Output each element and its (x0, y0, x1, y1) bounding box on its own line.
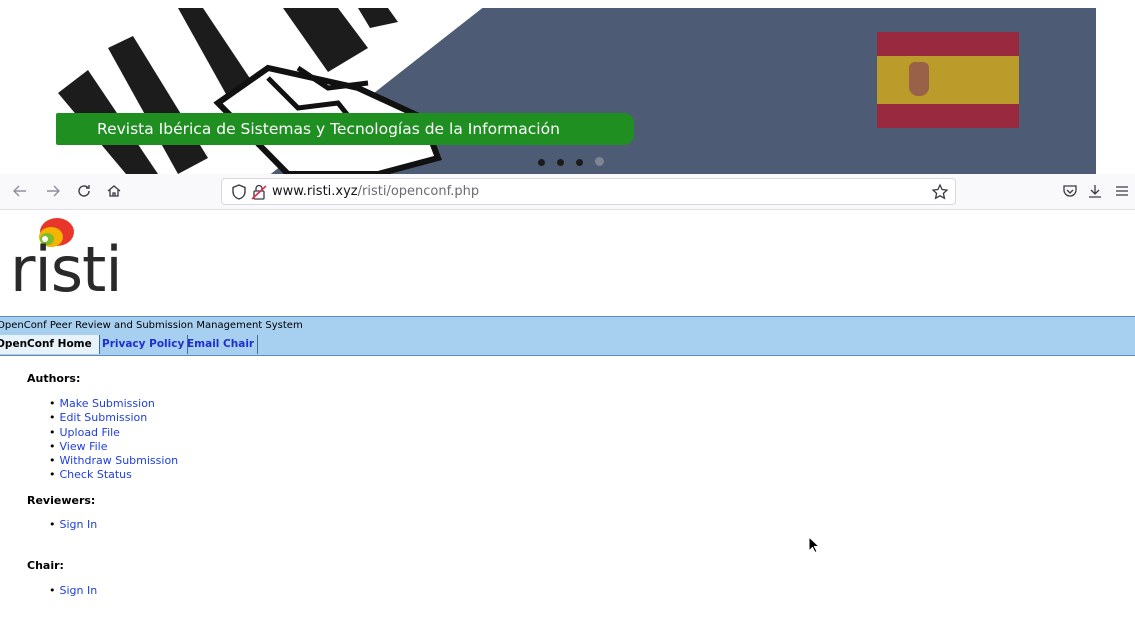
system-title-bar: OpenConf Peer Review and Submission Mana… (0, 316, 1135, 336)
check-status-link[interactable]: Check Status (49, 468, 178, 482)
journal-banner: Revista Ibérica de Sistemas y Tecnología… (0, 0, 1135, 174)
authors-links: Make Submission Edit Submission Upload F… (49, 397, 179, 483)
url-text[interactable]: www.risti.xyz/risti/openconf.php (272, 184, 479, 199)
authors-heading: Authors: (27, 372, 81, 385)
nav-home-label: OpenConf Home (0, 338, 92, 350)
system-title: OpenConf Peer Review and Submission Mana… (0, 320, 303, 331)
hamburger-menu-icon[interactable] (1112, 181, 1132, 201)
tracking-shield-icon[interactable] (230, 183, 248, 201)
slide-dot[interactable] (576, 159, 583, 166)
banner-image: Revista Ibérica de Sistemas y Tecnología… (38, 8, 1096, 174)
address-bar[interactable]: www.risti.xyz/risti/openconf.php (221, 178, 956, 205)
nav-privacy-policy[interactable]: Privacy Policy (99, 335, 189, 354)
reviewers-links: Sign In (49, 518, 98, 532)
insecure-lock-icon[interactable] (250, 183, 268, 201)
chair-sign-in-link[interactable]: Sign In (49, 584, 98, 598)
chair-links: Sign In (49, 584, 98, 598)
slide-dot[interactable] (595, 157, 604, 166)
chair-heading: Chair: (27, 559, 64, 572)
nav-openconf-home[interactable]: OpenConf Home (0, 335, 100, 354)
nav-email-chair[interactable]: Email Chair (184, 335, 259, 354)
bookmark-star-icon[interactable] (931, 183, 949, 201)
view-file-link[interactable]: View File (49, 440, 178, 454)
reviewer-sign-in-link[interactable]: Sign In (49, 518, 98, 532)
upload-file-link[interactable]: Upload File (49, 426, 178, 440)
coat-of-arms-icon (909, 62, 929, 96)
slide-dot[interactable] (557, 159, 564, 166)
url-host: www.risti.xyz (272, 184, 358, 199)
main-nav: OpenConf Home Privacy Policy Email Chair (0, 335, 1135, 356)
pocket-icon[interactable] (1060, 181, 1080, 201)
back-arrow-icon[interactable] (10, 181, 30, 201)
make-submission-link[interactable]: Make Submission (49, 397, 178, 411)
logo-wordmark: risti (10, 233, 123, 306)
slide-dot[interactable] (538, 159, 545, 166)
edit-submission-link[interactable]: Edit Submission (49, 411, 178, 425)
spain-flag-image (877, 32, 1019, 128)
forward-arrow-icon[interactable] (43, 181, 63, 201)
home-icon[interactable] (104, 181, 124, 201)
slide-indicator[interactable] (538, 151, 616, 166)
mouse-pointer-icon (808, 536, 820, 554)
reviewers-heading: Reviewers: (27, 494, 96, 507)
browser-toolbar: www.risti.xyz/risti/openconf.php (0, 174, 1135, 210)
risti-logo: risti (10, 215, 140, 307)
banner-caption: Revista Ibérica de Sistemas y Tecnología… (56, 113, 634, 145)
withdraw-submission-link[interactable]: Withdraw Submission (49, 454, 179, 468)
reload-icon[interactable] (74, 181, 94, 201)
url-path: /risti/openconf.php (357, 184, 480, 199)
downloads-icon[interactable] (1085, 181, 1105, 201)
